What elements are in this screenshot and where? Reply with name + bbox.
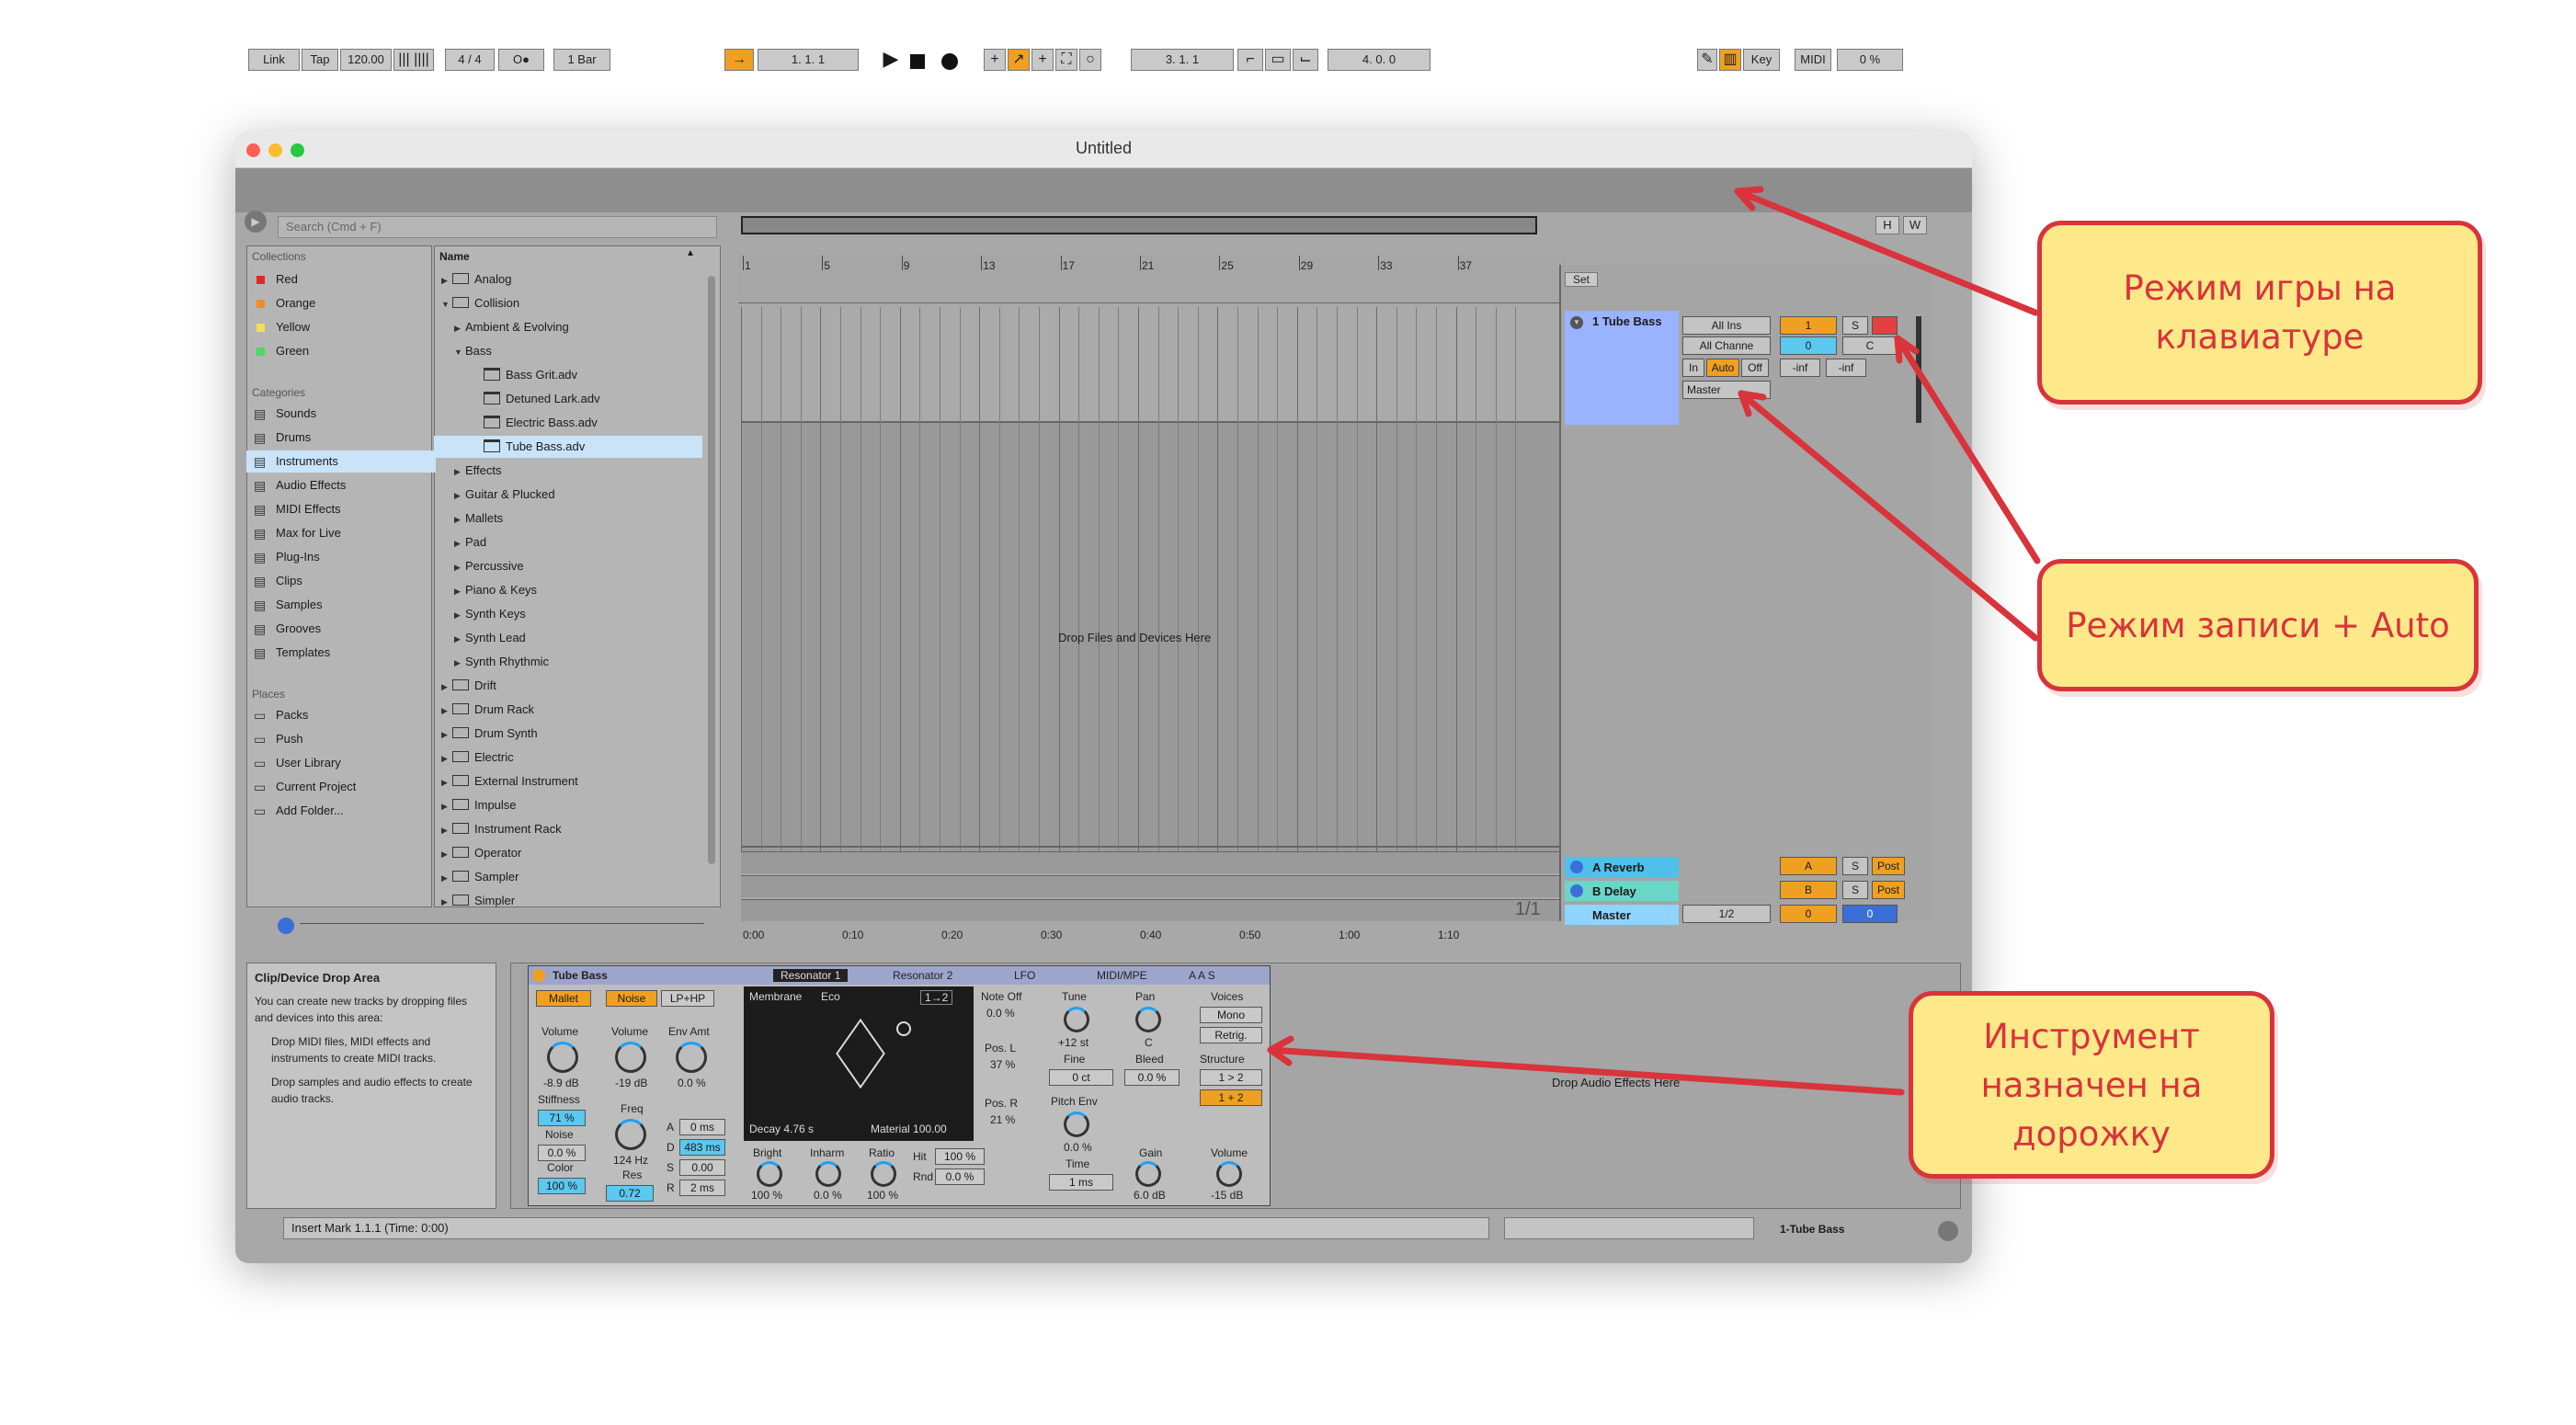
arrow-to-auto-button [1738, 390, 2039, 642]
arrow-to-keyboard-button [1734, 188, 2039, 316]
arrow-to-device [1267, 1046, 1905, 1096]
annotation-arrows [1267, 186, 2041, 1096]
arrow-to-arm-button [1894, 335, 2041, 564]
